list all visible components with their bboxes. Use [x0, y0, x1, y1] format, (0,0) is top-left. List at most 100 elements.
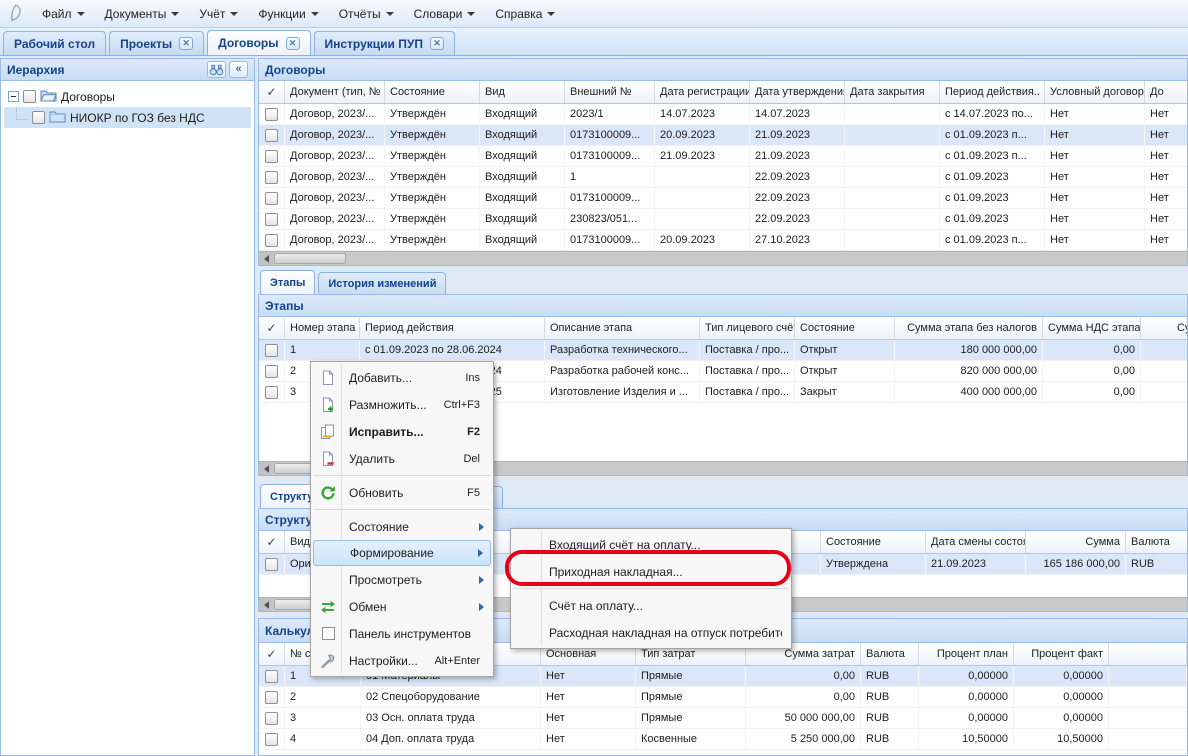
column-header[interactable]: Сумма	[1026, 531, 1126, 553]
menu-item-refresh[interactable]: ОбновитьF5	[313, 479, 491, 506]
menu-item-edit[interactable]: Исправить...F2	[313, 418, 491, 445]
column-header[interactable]: До	[1145, 81, 1187, 103]
menu-item-clone[interactable]: Размножить...Ctrl+F3	[313, 391, 491, 418]
tree-checkbox[interactable]	[32, 111, 45, 124]
column-header[interactable]: Дата регистрации.	[655, 81, 750, 103]
column-header[interactable]: Внешний №	[565, 81, 655, 103]
column-header[interactable]: Процент план	[919, 643, 1014, 665]
table-row[interactable]: Договор, 2023/...УтверждёнВходящий122.09…	[259, 167, 1187, 188]
column-header[interactable]: Период действия	[360, 317, 545, 339]
table-row[interactable]: 1с 01.09.2023 по 28.06.2024Разработка те…	[259, 340, 1187, 361]
tab-close-icon[interactable]: ✕	[430, 37, 444, 50]
table-row[interactable]: Договор, 2023/...УтверждёнВходящий017310…	[259, 230, 1187, 251]
tab-history[interactable]: История изменений	[318, 272, 446, 294]
row-checkbox[interactable]	[265, 213, 278, 226]
row-checkbox[interactable]	[265, 558, 278, 571]
column-header[interactable]: Валюта	[1126, 531, 1187, 553]
scrollbar-thumb[interactable]	[274, 253, 346, 264]
row-checkbox[interactable]	[265, 129, 278, 142]
search-icon[interactable]	[207, 61, 226, 78]
column-header[interactable]: Состояние	[385, 81, 480, 103]
row-checkbox[interactable]	[265, 365, 278, 378]
row-checkbox[interactable]	[265, 171, 278, 184]
menu-item-expense-note[interactable]: Расходная накладная на отпуск потребител…	[513, 619, 789, 646]
row-checkbox[interactable]	[265, 150, 278, 163]
column-header[interactable]: Условный договор	[1045, 81, 1145, 103]
tree-node-contracts[interactable]: Договоры	[4, 86, 251, 107]
menubar-item-1[interactable]: Документы	[95, 4, 190, 24]
tree-expander-icon[interactable]	[8, 91, 19, 102]
menu-item-incoming-invoice[interactable]: Входящий счёт на оплату...	[513, 531, 789, 558]
menubar-item-5[interactable]: Словари	[404, 4, 486, 24]
menubar-item-3[interactable]: Функции	[248, 4, 328, 24]
column-header[interactable]: Тип лицевого счёт	[700, 317, 795, 339]
column-header[interactable]: Описание этапа	[545, 317, 700, 339]
scroll-left-icon[interactable]	[259, 462, 273, 475]
menu-item-exchange[interactable]: Обмен	[313, 593, 491, 620]
row-checkbox[interactable]	[265, 691, 278, 704]
column-header[interactable]: Состояние	[795, 317, 895, 339]
row-checkbox[interactable]	[265, 234, 278, 247]
table-row[interactable]: Договор, 2023/...УтверждёнВходящий017310…	[259, 146, 1187, 167]
horizontal-scrollbar[interactable]	[259, 251, 1187, 265]
column-header[interactable]: ✓	[259, 317, 285, 339]
column-header[interactable]: ✓	[259, 531, 285, 553]
menu-item-toolbar-panel[interactable]: Панель инструментов	[313, 620, 491, 647]
menu-item-receipt-note[interactable]: Приходная накладная...	[513, 558, 789, 585]
column-header[interactable]: ✓	[259, 81, 285, 103]
column-header[interactable]: Дата утверждения	[750, 81, 845, 103]
menu-item-state[interactable]: Состояние	[313, 513, 491, 540]
column-header[interactable]: Сумма этапа без налогов	[895, 317, 1043, 339]
table-row[interactable]: Договор, 2023/...УтверждёнВходящий017310…	[259, 125, 1187, 146]
table-row[interactable]: Договор, 2023/...УтверждёнВходящий230823…	[259, 209, 1187, 230]
column-header[interactable]: Состояние	[821, 531, 926, 553]
column-header[interactable]: Процент факт	[1014, 643, 1109, 665]
column-header[interactable]: Сумма НДС этапа	[1043, 317, 1141, 339]
tree-node-niokr[interactable]: НИОКР по ГОЗ без НДС	[4, 107, 251, 128]
tab-close-icon[interactable]: ✕	[286, 37, 300, 50]
menubar-item-2[interactable]: Учёт	[189, 4, 248, 24]
table-row[interactable]: 202 СпецоборудованиеНетПрямые0,00RUB0,00…	[259, 687, 1187, 708]
column-header[interactable]: Сумма эт	[1141, 317, 1187, 339]
collapse-panel-icon[interactable]: «	[229, 61, 248, 78]
menu-item-label: Формирование	[350, 546, 472, 560]
column-header[interactable]	[1109, 643, 1187, 665]
table-row[interactable]: 404 Доп. оплата трудаНетКосвенные5 250 0…	[259, 729, 1187, 750]
column-header[interactable]: Вид	[480, 81, 565, 103]
tab-0[interactable]: Рабочий стол	[3, 31, 106, 55]
column-header[interactable]: Валюта	[861, 643, 919, 665]
menu-item-view[interactable]: Просмотреть	[313, 566, 491, 593]
tab-1[interactable]: Проекты✕	[109, 31, 204, 55]
row-checkbox[interactable]	[265, 386, 278, 399]
column-header[interactable]: ✓	[259, 643, 285, 665]
menubar-item-0[interactable]: Файл	[32, 4, 95, 24]
row-checkbox[interactable]	[265, 670, 278, 683]
table-row[interactable]: 303 Осн. оплата трудаНетПрямые50 000 000…	[259, 708, 1187, 729]
tab-3[interactable]: Инструкции ПУП✕	[314, 31, 455, 55]
scroll-left-icon[interactable]	[259, 252, 273, 265]
menu-item-delete[interactable]: УдалитьDel	[313, 445, 491, 472]
scroll-left-icon[interactable]	[259, 598, 273, 611]
row-checkbox[interactable]	[265, 192, 278, 205]
tab-stages[interactable]: Этапы	[260, 270, 315, 294]
column-header[interactable]: Дата смены состоя	[926, 531, 1026, 553]
table-row[interactable]: Договор, 2023/...УтверждёнВходящий2023/1…	[259, 104, 1187, 125]
column-header[interactable]: Документ (тип, №	[285, 81, 385, 103]
table-row[interactable]: Договор, 2023/...УтверждёнВходящий017310…	[259, 188, 1187, 209]
column-header[interactable]: Дата закрытия	[845, 81, 940, 103]
row-checkbox[interactable]	[265, 712, 278, 725]
menu-item-generate[interactable]: Формирование	[313, 540, 491, 566]
tab-2[interactable]: Договоры✕	[207, 30, 310, 55]
tree-checkbox[interactable]	[23, 90, 36, 103]
row-checkbox[interactable]	[265, 108, 278, 121]
menu-item-settings[interactable]: Настройки...Alt+Enter	[313, 647, 491, 674]
menu-item-add[interactable]: Добавить...Ins	[313, 364, 491, 391]
column-header[interactable]: Период действия..	[940, 81, 1045, 103]
tab-close-icon[interactable]: ✕	[179, 37, 193, 50]
menubar-item-4[interactable]: Отчёты	[329, 4, 404, 24]
column-header[interactable]: Номер этапа	[285, 317, 360, 339]
menu-item-invoice[interactable]: Счёт на оплату...	[513, 592, 789, 619]
row-checkbox[interactable]	[265, 733, 278, 746]
row-checkbox[interactable]	[265, 344, 278, 357]
menubar-item-6[interactable]: Справка	[485, 4, 565, 24]
